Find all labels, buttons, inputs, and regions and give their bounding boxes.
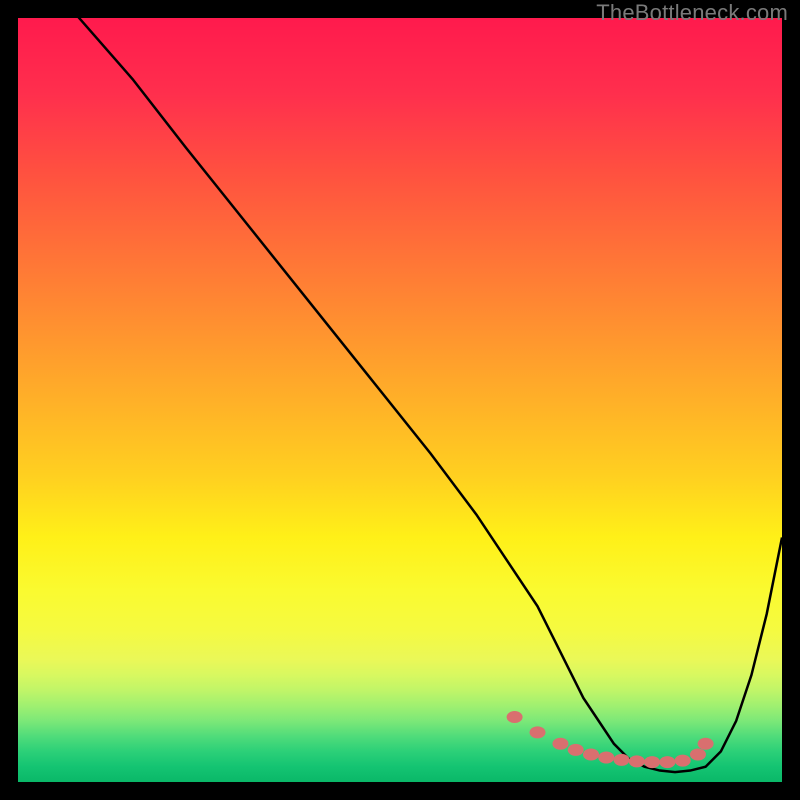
marker-dot: [552, 738, 568, 750]
marker-dot: [675, 755, 691, 767]
watermark-text: TheBottleneck.com: [596, 0, 788, 26]
marker-dot: [659, 756, 675, 768]
chart-container: TheBottleneck.com: [0, 0, 800, 800]
curve-layer: [18, 18, 782, 782]
bottleneck-curve: [18, 18, 782, 772]
marker-dot: [690, 749, 706, 761]
marker-dot: [614, 754, 630, 766]
marker-dot: [598, 752, 614, 764]
plot-area: [18, 18, 782, 782]
marker-dot: [583, 749, 599, 761]
marker-dot: [530, 726, 546, 738]
marker-dot: [568, 744, 584, 756]
marker-dot: [629, 755, 645, 767]
marker-dot: [507, 711, 523, 723]
marker-dot: [644, 756, 660, 768]
marker-dot: [698, 738, 714, 750]
